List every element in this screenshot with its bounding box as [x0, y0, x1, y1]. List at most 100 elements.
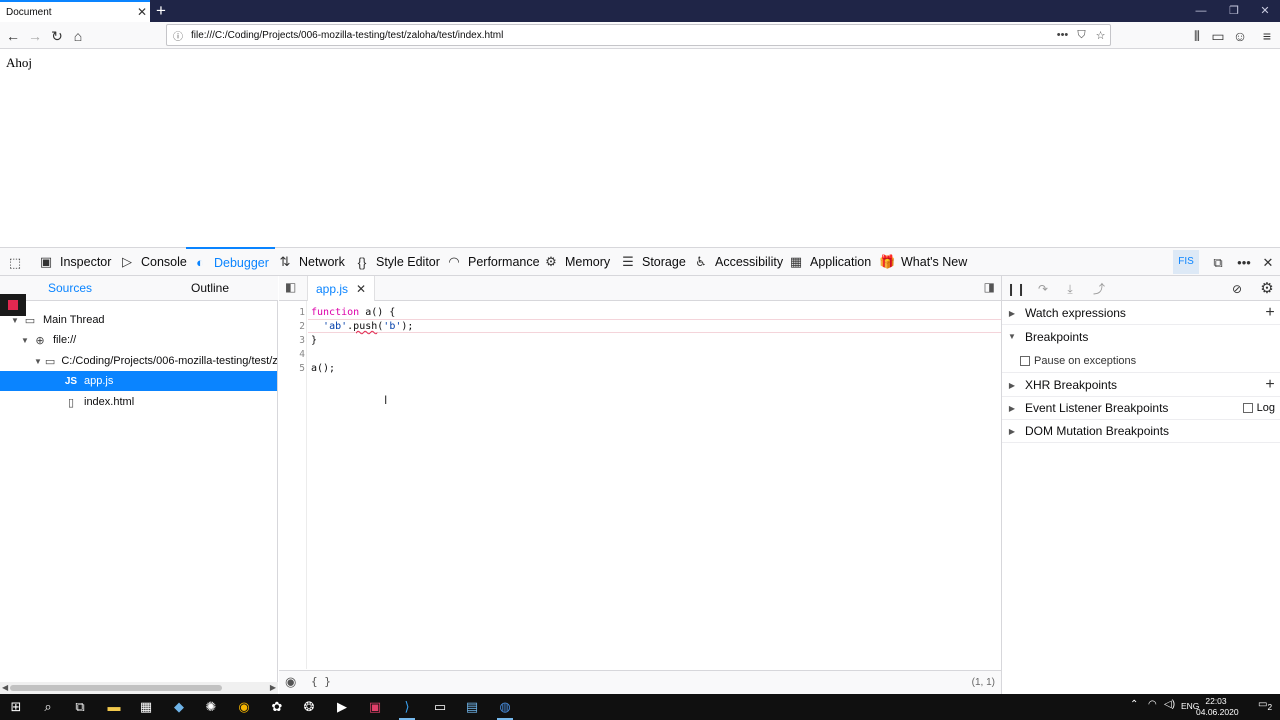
dom-mutation-breakpoints-header[interactable]: ▶ DOM Mutation Breakpoints: [1002, 420, 1280, 443]
vscode-icon[interactable]: ⟩: [397, 697, 417, 720]
task-view-icon[interactable]: ⧉: [70, 697, 90, 717]
tab-whats-new[interactable]: 🎁 What's New: [879, 248, 967, 276]
app-icon[interactable]: ▣: [365, 697, 385, 717]
tab-style-editor[interactable]: {} Style Editor: [354, 248, 440, 276]
tree-item-folder[interactable]: ▼ ▭ C:/Coding/Projects/006-mozilla-testi…: [0, 351, 277, 371]
line-number[interactable]: 1: [279, 307, 305, 318]
scroll-right-icon[interactable]: ▶: [270, 682, 276, 694]
app-icon[interactable]: ❂: [299, 697, 319, 717]
notifications-icon[interactable]: ▭2: [1258, 699, 1272, 712]
volume-icon[interactable]: ◁): [1164, 699, 1175, 710]
tab-console[interactable]: ▷ Console: [119, 248, 187, 276]
home-icon[interactable]: ⌂: [67, 25, 89, 47]
expand-icon[interactable]: ▶: [1007, 309, 1017, 318]
tree-item-index-html[interactable]: ▯ index.html: [0, 392, 277, 412]
line-gutter[interactable]: 1 2 3 4 5: [279, 301, 307, 669]
pause-on-exceptions-checkbox[interactable]: [1020, 355, 1030, 366]
twisty-icon[interactable]: ▼: [34, 357, 42, 366]
line-number[interactable]: 5: [279, 363, 305, 374]
tree-item-app-js[interactable]: JS app.js: [0, 371, 277, 391]
tab-outline[interactable]: Outline: [160, 276, 260, 301]
deactivate-breakpoints-icon[interactable]: ⊘: [1227, 279, 1247, 299]
fission-badge[interactable]: FIS: [1173, 250, 1199, 274]
tab-debugger[interactable]: ◐ Debugger: [186, 247, 275, 276]
add-xhr-breakpoint-icon[interactable]: +: [1259, 376, 1280, 394]
pretty-print-button[interactable]: { }: [311, 675, 331, 688]
tab-application[interactable]: ▦ Application: [788, 248, 871, 276]
sidebar-icon[interactable]: ▭: [1207, 25, 1229, 47]
settings-icon[interactable]: ⚙: [1257, 279, 1277, 299]
start-icon[interactable]: ⊞: [6, 697, 26, 717]
minimize-button[interactable]: —: [1184, 0, 1218, 22]
tab-performance[interactable]: ◠ Performance: [446, 248, 539, 276]
bookmark-star-icon[interactable]: ☆: [1091, 29, 1110, 42]
code-line-1[interactable]: function a() {: [311, 307, 395, 318]
breakpoints-header[interactable]: ▼ Breakpoints: [1002, 325, 1280, 348]
tab-accessibility[interactable]: ♿ Accessibility: [693, 248, 783, 276]
tab-close-icon[interactable]: ✕: [134, 5, 150, 19]
log-option[interactable]: Log: [1242, 402, 1275, 414]
back-icon[interactable]: ←: [2, 25, 24, 47]
url-text[interactable]: file:///C:/Coding/Projects/006-mozilla-t…: [187, 30, 1053, 41]
media-player-icon[interactable]: ▶: [332, 697, 352, 717]
firefox-icon[interactable]: ◍: [495, 697, 515, 720]
add-watch-icon[interactable]: +: [1259, 304, 1280, 322]
more-options-icon[interactable]: •••: [1232, 252, 1256, 274]
toggle-right-panel-icon[interactable]: ◨: [984, 280, 995, 294]
horizontal-scrollbar[interactable]: ◀ ▶: [0, 682, 278, 694]
watch-expressions-header[interactable]: ▶ Watch expressions +: [1002, 302, 1280, 325]
event-listener-breakpoints-header[interactable]: ▶ Event Listener Breakpoints Log: [1002, 397, 1280, 420]
menu-icon[interactable]: ≡: [1256, 25, 1278, 47]
expand-icon[interactable]: ▶: [1007, 404, 1017, 413]
collapse-icon[interactable]: ▼: [1007, 332, 1017, 341]
twisty-icon[interactable]: ▼: [20, 336, 30, 345]
dock-options-icon[interactable]: ⧉: [1208, 252, 1228, 274]
toggle-sources-icon[interactable]: ◧: [285, 280, 296, 294]
new-tab-button[interactable]: +: [152, 1, 170, 21]
tab-inspector[interactable]: ▣ Inspector: [38, 248, 112, 276]
chrome-icon[interactable]: ◉: [234, 697, 254, 717]
expand-icon[interactable]: ▶: [1007, 381, 1017, 390]
tab-memory[interactable]: ⚙ Memory: [543, 248, 610, 276]
expand-icon[interactable]: ▶: [1007, 427, 1017, 436]
account-icon[interactable]: ☺: [1229, 25, 1251, 47]
eye-icon[interactable]: ◉: [285, 674, 296, 690]
file-explorer-icon[interactable]: ▬: [104, 697, 124, 717]
url-bar[interactable]: ⓘ file:///C:/Coding/Projects/006-mozilla…: [166, 24, 1111, 46]
tree-item-main-thread[interactable]: ▼ ▭ Main Thread: [0, 310, 277, 330]
scrollbar-thumb[interactable]: [10, 685, 222, 691]
xhr-breakpoints-header[interactable]: ▶ XHR Breakpoints +: [1002, 374, 1280, 397]
tab-storage[interactable]: ☰ Storage: [620, 248, 686, 276]
tree-item-file-origin[interactable]: ▼ ⊕ file://: [0, 330, 277, 350]
restore-button[interactable]: ❐: [1217, 0, 1251, 22]
browser-tab[interactable]: Document ✕: [0, 0, 150, 22]
line-number[interactable]: 3: [279, 335, 305, 346]
system-clock[interactable]: 22:03 04.06.2020: [1196, 696, 1239, 718]
tab-network[interactable]: ⇅ Network: [277, 248, 345, 276]
step-over-icon[interactable]: ↷: [1033, 279, 1053, 299]
close-tab-icon[interactable]: ✕: [356, 282, 366, 296]
network-tray-icon[interactable]: ◠: [1148, 699, 1157, 710]
stop-recording-button[interactable]: [0, 294, 26, 316]
code-line-5[interactable]: a();: [311, 363, 335, 374]
pause-on-exceptions-row[interactable]: Pause on exceptions: [1002, 349, 1280, 373]
site-info-icon[interactable]: ⓘ: [173, 28, 187, 43]
page-actions-icon[interactable]: •••: [1053, 29, 1072, 41]
twisty-icon[interactable]: ▼: [10, 316, 20, 325]
log-checkbox[interactable]: [1242, 403, 1253, 413]
close-devtools-icon[interactable]: ✕: [1258, 252, 1278, 274]
forward-icon[interactable]: →: [24, 25, 46, 47]
reload-icon[interactable]: ↻: [46, 25, 68, 47]
app-icon[interactable]: ✺: [201, 697, 221, 717]
code-line-3[interactable]: }: [311, 335, 317, 346]
pocket-icon[interactable]: ⛉: [1072, 29, 1091, 42]
close-window-button[interactable]: ✕: [1250, 0, 1280, 22]
scroll-left-icon[interactable]: ◀: [2, 682, 8, 694]
code-line-2[interactable]: 'ab'.push('b');: [311, 321, 413, 332]
terminal-icon[interactable]: ▭: [430, 697, 450, 717]
show-hidden-icons[interactable]: ⌃: [1130, 699, 1138, 710]
document-icon[interactable]: ▤: [462, 697, 482, 717]
element-picker-icon[interactable]: ⬚: [4, 252, 26, 274]
tab-sources[interactable]: Sources: [20, 276, 120, 301]
pause-icon[interactable]: ❙❙: [1006, 279, 1026, 299]
